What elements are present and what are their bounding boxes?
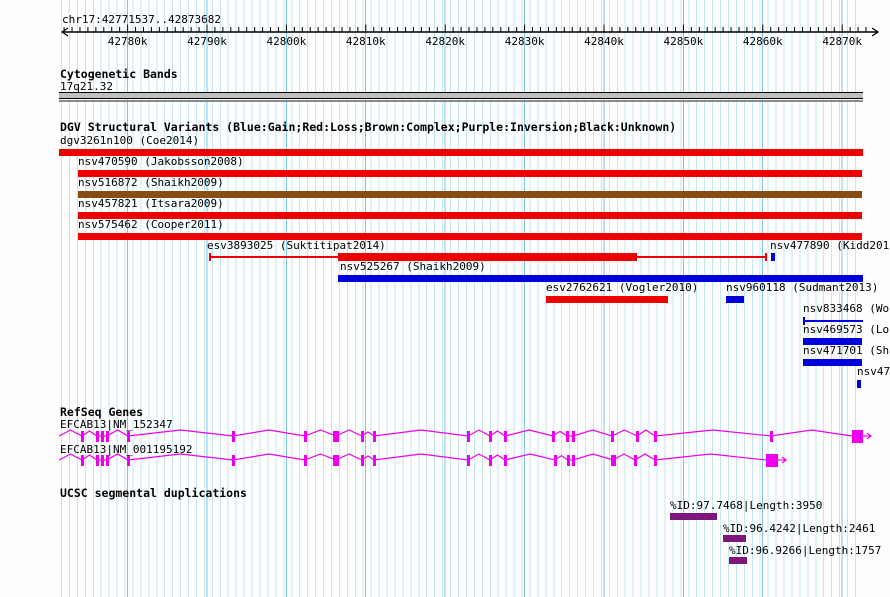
gene-NM_152347-exon[interactable] (373, 431, 376, 442)
gene-NM_001195192-exon[interactable] (467, 455, 470, 466)
gene-NM_152347-exon[interactable] (81, 431, 84, 442)
gene-NM_152347-exon[interactable] (654, 431, 657, 442)
gene-NM_152347-exon[interactable] (106, 431, 109, 442)
ruler-tick-label: 42840k (574, 36, 634, 48)
gene-NM_152347-exon[interactable] (770, 431, 773, 442)
variant-label-nsv516872[interactable]: nsv516872 (Shaikh2009) (78, 177, 224, 189)
gene-NM_001195192-exon[interactable] (81, 455, 84, 466)
ruler-tick-label: 42830k (495, 36, 555, 48)
ruler-tick-label: 42850k (653, 36, 713, 48)
ruler-tick-label: 42820k (415, 36, 475, 48)
gene-NM_152347-label[interactable]: EFCAB13|NM_152347 (60, 419, 173, 431)
gene-NM_152347-intron-line[interactable] (59, 430, 852, 436)
variant-bar-nsv471701[interactable] (803, 359, 862, 366)
gene-NM_001195192-exon[interactable] (232, 455, 235, 466)
variant-label-nsv960118[interactable]: nsv960118 (Sudmant2013) (726, 282, 878, 294)
variant-label-nsv477890[interactable]: nsv477890 (Kidd2010) (770, 240, 890, 252)
gene-NM_152347-exon[interactable] (361, 431, 364, 442)
ruler-tick-label: 42780k (98, 36, 158, 48)
gene-NM_001195192-exon[interactable] (504, 455, 507, 466)
gene-NM_152347-exon[interactable] (304, 431, 307, 442)
gene-NM_152347-exon[interactable] (232, 431, 235, 442)
gene-NM_152347-exon[interactable] (467, 431, 470, 442)
variant-label-nsv470590[interactable]: nsv470590 (Jakobsson2008) (78, 156, 244, 168)
gene-NM_001195192-exon[interactable] (101, 455, 104, 466)
segdup-label-1[interactable]: %ID:96.4242|Length:2461 (723, 523, 875, 535)
gene-NM_001195192-exon[interactable] (304, 455, 307, 466)
variant-bar-nsv960118[interactable] (726, 296, 744, 303)
variant-label-nsv471701[interactable]: nsv471701 (Shar (803, 345, 890, 357)
segdup-bar-2[interactable] (729, 557, 747, 564)
variant-bar-nsv477890[interactable] (771, 253, 775, 261)
ruler-tick-label: 42810k (336, 36, 396, 48)
variant-label-esv2762621[interactable]: esv2762621 (Vogler2010) (546, 282, 698, 294)
variant-bar-esv2762621[interactable] (546, 296, 668, 303)
gene-NM_001195192-exon[interactable] (333, 455, 339, 466)
gene-NM_001195192-label[interactable]: EFCAB13|NM_001195192 (60, 444, 192, 456)
variant-label-nsv472[interactable]: nsv472 (857, 366, 890, 378)
variant-bar-nsv472[interactable] (857, 380, 861, 388)
variant-label-nsv525267[interactable]: nsv525267 (Shaikh2009) (340, 261, 486, 273)
gene-NM_152347-exon[interactable] (489, 431, 492, 442)
region-label: chr17:42771537..42873682 (62, 14, 221, 26)
section-header-dgv-structural-variants: DGV Structural Variants (Blue:Gain;Red:L… (60, 121, 676, 134)
variant-label-esv3893025[interactable]: esv3893025 (Suktitipat2014) (207, 240, 386, 252)
gene-NM_001195192-exon[interactable] (127, 455, 130, 466)
gene-NM_001195192-exon[interactable] (554, 455, 557, 466)
variant-label-nsv833468[interactable]: nsv833468 (Wong (803, 303, 890, 315)
gene-NM_001195192-exon[interactable] (611, 455, 616, 466)
gene-NM_152347-exon[interactable] (572, 431, 575, 442)
ruler-tick-label: 42860k (733, 36, 793, 48)
variant-bar-nsv575462[interactable] (78, 233, 862, 240)
cytoband-bar[interactable] (59, 92, 863, 99)
variant-label-nsv457821[interactable]: nsv457821 (Itsara2009) (78, 198, 224, 210)
segdup-bar-0[interactable] (670, 513, 717, 520)
genome-browser-view: chr17:42771537..42873682 42780k 42790k 428… (0, 0, 890, 597)
variant-bar-nsv833468[interactable] (803, 320, 863, 322)
gene-NM_001195192-exon[interactable] (96, 455, 99, 466)
gene-NM_152347-exon[interactable] (101, 431, 104, 442)
ruler-tick-label: 42790k (177, 36, 237, 48)
gene-NM_001195192-exon[interactable] (567, 455, 570, 466)
gene-NM_152347-exon[interactable] (552, 431, 555, 442)
gene-NM_001195192-exon[interactable] (106, 455, 109, 466)
segdup-label-0[interactable]: %ID:97.7468|Length:3950 (670, 500, 822, 512)
gene-NM_001195192-exon[interactable] (361, 455, 364, 466)
gene-NM_152347-exon[interactable] (566, 431, 569, 442)
gene-NM_152347-exon[interactable] (611, 431, 614, 442)
gene-NM_001195192-exon[interactable] (373, 455, 376, 466)
gene-NM_001195192-exon[interactable] (489, 455, 492, 466)
gene-NM_152347-exon[interactable] (127, 431, 130, 442)
gene-NM_152347-terminal-exon[interactable] (852, 430, 863, 443)
cytoband-underline (59, 100, 863, 102)
gene-NM_001195192-exon[interactable] (572, 455, 575, 466)
variant-label-nsv575462[interactable]: nsv575462 (Cooper2011) (78, 219, 224, 231)
segdup-label-2[interactable]: %ID:96.9266|Length:1757 (729, 545, 881, 557)
variant-label-nsv469573[interactable]: nsv469573 (Lock (803, 324, 890, 336)
gene-NM_001195192-terminal-exon[interactable] (766, 454, 778, 467)
ruler-tick-label: 42800k (256, 36, 316, 48)
variant-label-dgv3261n100[interactable]: dgv3261n100 (Coe2014) (60, 135, 199, 147)
gene-NM_001195192-exon[interactable] (634, 455, 637, 466)
segdup-bar-1[interactable] (723, 535, 746, 542)
gene-NM_152347-exon[interactable] (504, 431, 507, 442)
ruler-tick-label: 42870k (812, 36, 872, 48)
gene-NM_152347-exon[interactable] (96, 431, 99, 442)
variant-bar-esv3893025-right-whisker (765, 253, 767, 261)
gene-NM_152347-exon[interactable] (333, 431, 339, 442)
gene-NM_001195192-exon[interactable] (654, 455, 657, 466)
section-header-segmental-duplications: UCSC segmental duplications (60, 487, 247, 500)
gene-NM_152347-exon[interactable] (636, 431, 639, 442)
